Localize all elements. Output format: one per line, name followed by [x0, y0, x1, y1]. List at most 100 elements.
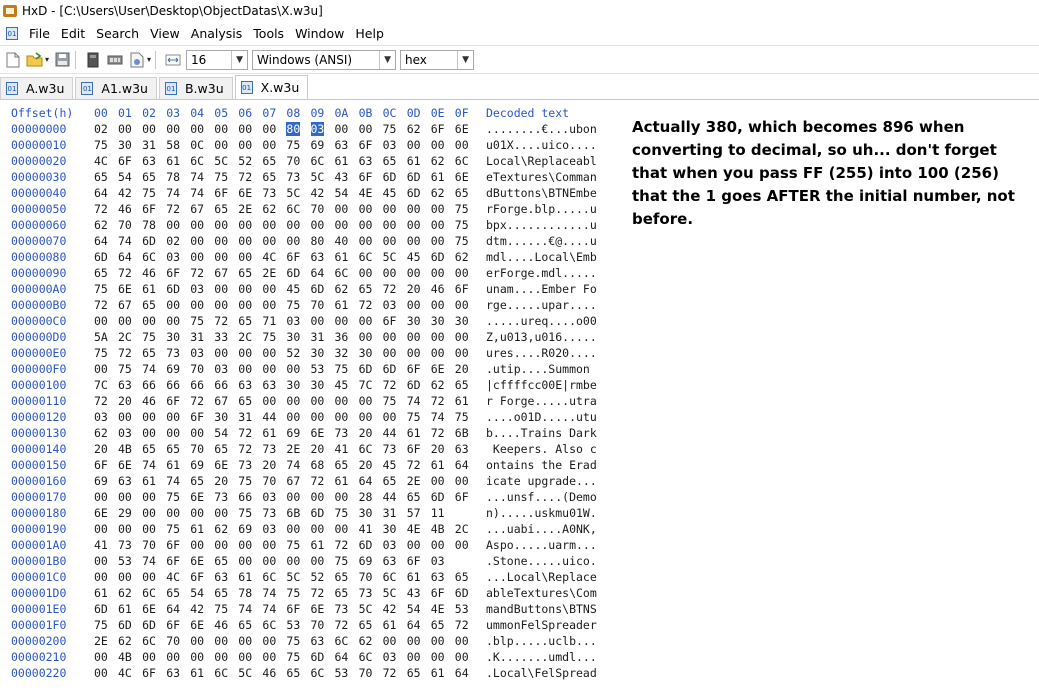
hex-byte[interactable]: 6E [455, 122, 469, 136]
hex-byte[interactable]: 32 [335, 346, 349, 360]
hex-byte[interactable]: 75 [166, 522, 180, 536]
hex-byte[interactable]: 00 [407, 330, 421, 344]
hex-byte[interactable]: 46 [431, 282, 445, 296]
hex-byte[interactable]: 65 [238, 618, 252, 632]
hex-byte[interactable]: 00 [118, 122, 132, 136]
hex-byte[interactable]: 00 [238, 554, 252, 568]
hex-byte[interactable]: 61 [335, 474, 349, 488]
hex-byte[interactable]: 70 [166, 634, 180, 648]
hex-byte[interactable]: 6D [407, 170, 421, 184]
menu-view[interactable]: View [145, 26, 186, 41]
hex-byte[interactable]: 65 [166, 586, 180, 600]
hex-byte[interactable]: 00 [455, 298, 469, 312]
hex-byte[interactable]: 2E [94, 634, 108, 648]
hex-byte[interactable]: 00 [142, 490, 156, 504]
hex-byte[interactable]: 00 [238, 138, 252, 152]
hex-byte[interactable]: 62 [431, 186, 445, 200]
hex-byte[interactable]: 00 [286, 394, 300, 408]
hex-byte[interactable]: 65 [359, 618, 373, 632]
hex-byte[interactable]: 6C [455, 154, 469, 168]
hex-byte[interactable]: 00 [286, 490, 300, 504]
open-dropdown-icon[interactable]: ▾ [45, 55, 49, 64]
hex-byte[interactable]: 00 [262, 346, 276, 360]
hex-byte[interactable]: 61 [407, 570, 421, 584]
hex-byte[interactable]: 65 [94, 170, 108, 184]
hex-byte[interactable]: 00 [431, 298, 445, 312]
hex-byte[interactable]: 00 [238, 650, 252, 664]
hex-byte[interactable]: 00 [359, 218, 373, 232]
hex-byte[interactable]: 6D [118, 618, 132, 632]
hex-byte[interactable]: 70 [311, 202, 325, 216]
hex-byte[interactable]: 4C [166, 570, 180, 584]
hex-byte[interactable]: 6F [214, 186, 228, 200]
hex-byte[interactable]: 72 [359, 298, 373, 312]
hex-byte[interactable]: 62 [431, 378, 445, 392]
hex-byte[interactable]: 75 [407, 410, 421, 424]
hex-row[interactable]: 00000150 6F 6E 74 61 69 6E 73 20 74 68 65 20 45 72 61 64… [0, 456, 640, 472]
decoded-text[interactable]: bpx............u [486, 218, 597, 232]
hex-byte[interactable]: 74 [431, 410, 445, 424]
hex-byte[interactable]: 00 [238, 298, 252, 312]
hex-byte[interactable]: 00 [335, 410, 349, 424]
hex-byte[interactable]: 74 [407, 394, 421, 408]
chevron-down-icon[interactable]: ▼ [457, 50, 473, 69]
hex-byte[interactable]: 75 [238, 474, 252, 488]
open-folder-icon[interactable] [26, 51, 44, 69]
hex-byte[interactable]: 53 [335, 666, 349, 680]
hex-byte[interactable]: 65 [238, 314, 252, 328]
hex-byte[interactable]: 00 [166, 298, 180, 312]
hex-byte[interactable]: 00 [311, 394, 325, 408]
hex-byte[interactable]: 61 [94, 586, 108, 600]
hex-byte[interactable]: 65 [335, 458, 349, 472]
hex-byte[interactable]: 75 [118, 362, 132, 376]
hex-row[interactable]: 00000190 00 00 00 75 61 62 69 03 00 00 00 41 30 4E 4B 2C… [0, 520, 640, 536]
decoded-text[interactable]: ures....R020.... [486, 346, 597, 360]
hex-byte[interactable]: 65 [214, 442, 228, 456]
hex-byte[interactable]: 03 [383, 538, 397, 552]
hex-byte[interactable]: 00 [262, 362, 276, 376]
hex-byte[interactable]: 00 [214, 346, 228, 360]
hex-byte[interactable]: 53 [286, 618, 300, 632]
hex-byte[interactable]: 75 [286, 650, 300, 664]
hex-byte[interactable]: 00 [166, 506, 180, 520]
hex-byte[interactable]: 6F [359, 170, 373, 184]
hex-byte[interactable]: 66 [190, 378, 204, 392]
hex-byte[interactable]: 6D [94, 602, 108, 616]
hex-byte[interactable]: 00 [407, 234, 421, 248]
hex-byte[interactable]: 00 [166, 650, 180, 664]
hex-byte[interactable]: 65 [407, 490, 421, 504]
hex-byte[interactable]: 5C [359, 602, 373, 616]
hex-byte[interactable]: 66 [238, 490, 252, 504]
hex-byte[interactable]: 69 [94, 474, 108, 488]
hex-byte[interactable]: 71 [262, 314, 276, 328]
hex-byte[interactable]: 6C [262, 570, 276, 584]
hex-byte[interactable]: 42 [190, 602, 204, 616]
hex-byte[interactable]: 00 [238, 282, 252, 296]
menu-edit[interactable]: Edit [56, 26, 91, 41]
hex-byte[interactable]: 00 [455, 634, 469, 648]
hex-byte[interactable]: 72 [190, 266, 204, 280]
hex-byte[interactable]: 5C [214, 154, 228, 168]
hex-byte[interactable]: 00 [190, 634, 204, 648]
hex-row[interactable]: 000001F0 75 6D 6D 6F 6E 46 65 6C 53 70 72 65 61 64 65 72… [0, 616, 640, 632]
hex-byte[interactable]: 02 [94, 122, 108, 136]
decoded-text[interactable]: rForge.blp.....u [486, 202, 597, 216]
decoded-text[interactable]: .utip....Summon [486, 362, 597, 376]
hex-byte[interactable]: 00 [286, 554, 300, 568]
hex-byte[interactable]: 03 [118, 426, 132, 440]
hex-row[interactable]: 00000130 62 03 00 00 00 54 72 61 69 6E 73 20 44 61 72 6B… [0, 424, 640, 440]
hex-byte[interactable]: 6D [142, 234, 156, 248]
hex-byte[interactable]: 03 [262, 522, 276, 536]
hex-byte[interactable]: 00 [455, 266, 469, 280]
hex-byte[interactable]: 6F [455, 490, 469, 504]
decoded-text[interactable]: icate upgrade... [486, 474, 597, 488]
hex-byte[interactable]: 00 [190, 650, 204, 664]
hex-byte[interactable]: 69 [190, 458, 204, 472]
hex-byte[interactable]: 00 [262, 282, 276, 296]
hex-byte[interactable]: 03 [383, 298, 397, 312]
hex-byte[interactable]: 6D [142, 618, 156, 632]
hex-byte[interactable]: 52 [286, 346, 300, 360]
hex-byte[interactable]: 4B [118, 650, 132, 664]
hex-byte[interactable]: 20 [359, 426, 373, 440]
hex-byte[interactable]: 00 [311, 410, 325, 424]
